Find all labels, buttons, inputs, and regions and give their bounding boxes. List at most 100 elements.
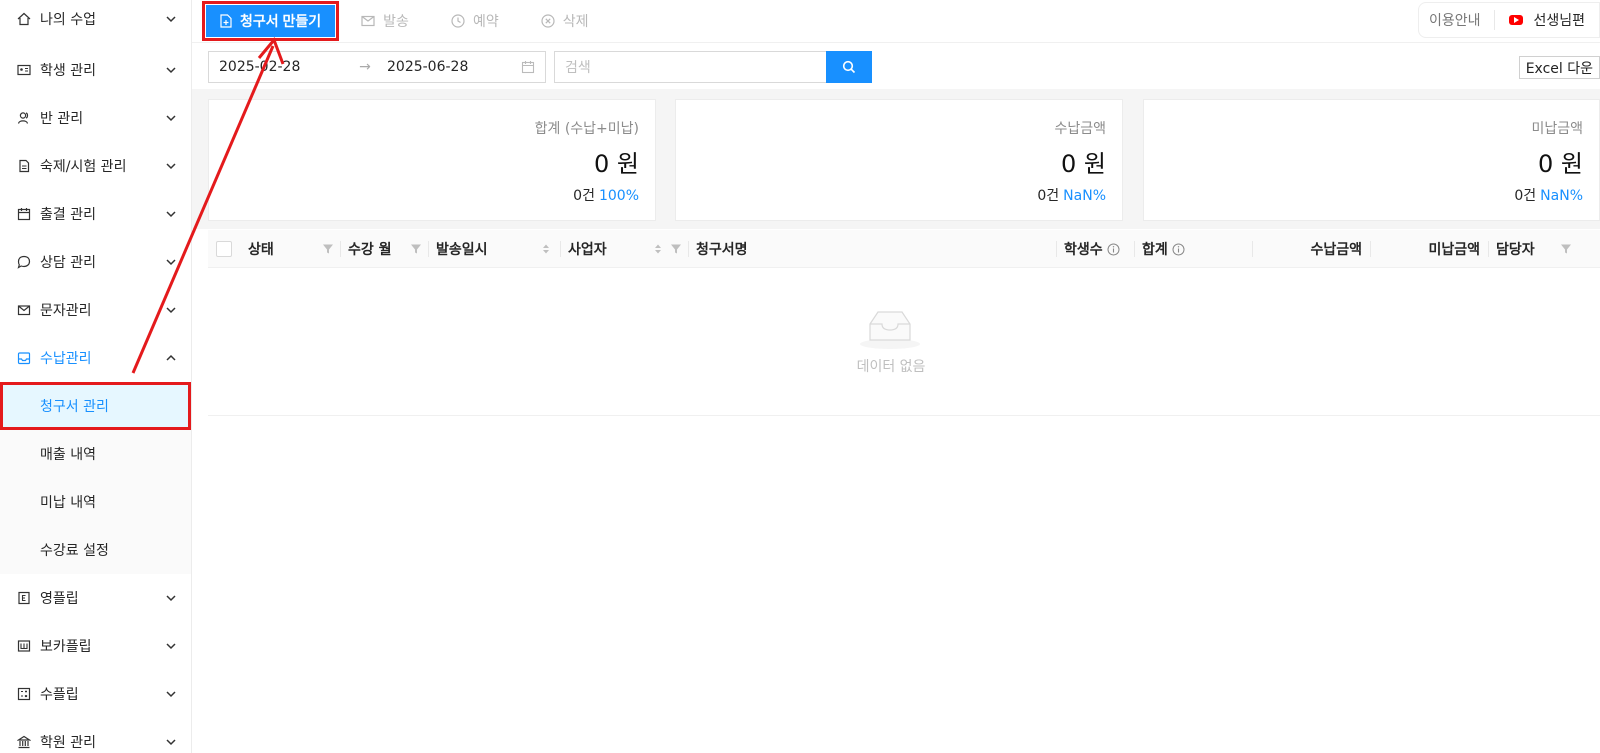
sidebar-item-youngflip[interactable]: 영플립 [0, 574, 191, 622]
calendar-icon [521, 60, 535, 74]
info-icon[interactable] [1172, 243, 1185, 256]
summary-percent: NaN% [1540, 188, 1583, 204]
mail-icon [16, 302, 32, 318]
sidebar-item-students[interactable]: 학생 관리 [0, 46, 191, 94]
sidebar: 나의 수업 학생 관리 반 관리 숙제/시험 관리 출결 관리 상담 관리 문자… [0, 0, 192, 753]
column-manager[interactable]: 담당자 [1488, 230, 1576, 268]
sidebar-item-my-class[interactable]: 나의 수업 [0, 0, 191, 38]
summary-amount: 0 원 [1061, 150, 1106, 178]
send-button[interactable]: 발송 [359, 11, 411, 31]
sidebar-item-academy[interactable]: 학원 관리 [0, 718, 191, 753]
filter-icon[interactable] [1560, 243, 1572, 255]
summary-count: 0건 [1514, 188, 1537, 204]
summary-card-paid: 수납금액 0 원 0건 NaN% [675, 99, 1123, 221]
column-business[interactable]: 사업자 [560, 230, 688, 268]
document-icon [16, 158, 32, 174]
chevron-up-icon [166, 354, 176, 361]
summary-amount: 0 원 [1538, 150, 1583, 178]
help-links: 이용안내 선생님편 [1417, 2, 1600, 38]
teacher-video-link[interactable]: 선생님편 [1509, 10, 1585, 30]
select-all-checkbox[interactable] [216, 241, 232, 257]
sidebar-item-vocaflip[interactable]: 보카플립 [0, 622, 191, 670]
send-label: 발송 [383, 14, 409, 30]
search-button[interactable] [826, 51, 872, 83]
sidebar-item-homework[interactable]: 숙제/시험 관리 [0, 142, 191, 190]
delete-button[interactable]: 삭제 [539, 11, 591, 31]
youtube-icon [1509, 15, 1524, 25]
summary-sub: 0건 NaN% [1160, 185, 1583, 205]
column-month[interactable]: 수강 월 [340, 230, 428, 268]
column-label: 학생수 [1064, 242, 1103, 258]
info-icon[interactable] [1107, 243, 1120, 256]
summary-sub: 0건 100% [225, 185, 639, 205]
delete-label: 삭제 [562, 14, 589, 30]
reserve-button[interactable]: 예약 [449, 11, 501, 31]
guide-link[interactable]: 이용안내 [1429, 10, 1496, 30]
id-card-icon [16, 62, 32, 78]
date-end-input[interactable]: 2025-06-28 [381, 59, 521, 75]
filter-icon[interactable] [410, 243, 422, 255]
create-invoice-button[interactable]: 청구서 만들기 [201, 1, 340, 41]
sidebar-item-consulting[interactable]: 상담 관리 [0, 238, 191, 286]
toolbar: 청구서 만들기 발송 예약 삭제 이용안내 선생님편 [192, 0, 1600, 43]
inbox-icon [16, 350, 32, 366]
empty-text: 데이터 없음 [856, 359, 926, 375]
select-all-cell [216, 230, 232, 268]
date-range-picker[interactable]: 2025-02-28 → 2025-06-28 [208, 51, 546, 83]
sidebar-item-classes[interactable]: 반 관리 [0, 94, 191, 142]
sort-icon[interactable] [652, 243, 664, 255]
bank-icon [16, 734, 32, 750]
column-label: 상태 [248, 242, 274, 258]
sidebar-item-payments[interactable]: 수납관리 [0, 334, 191, 382]
summary-card-total: 합계 (수납+미납) 0 원 0건 100% [208, 99, 656, 221]
sidebar-item-attendance[interactable]: 출결 관리 [0, 190, 191, 238]
chevron-down-icon [166, 115, 176, 122]
sidebar-subitem-tuition-settings[interactable]: 수강료 설정 [0, 526, 191, 574]
sidebar-subitem-unpaid[interactable]: 미납 내역 [0, 478, 191, 526]
date-start-input[interactable]: 2025-02-28 [219, 59, 349, 75]
empty-inbox-icon [860, 311, 920, 349]
mail-icon [361, 15, 375, 27]
chevron-down-icon [166, 211, 176, 218]
column-label: 담당자 [1496, 242, 1535, 258]
sort-icon[interactable] [540, 243, 552, 255]
search-input[interactable]: 검색 [554, 51, 826, 83]
filter-icon[interactable] [670, 243, 682, 255]
chevron-down-icon [166, 16, 176, 23]
chevron-down-icon [166, 307, 176, 314]
chevron-down-icon [166, 259, 176, 266]
sidebar-item-messages[interactable]: 문자관리 [0, 286, 191, 334]
table-header: 상태 수강 월 발송일시 사업자 청구서명 학생수 합계 수납금액 미납금액 담… [208, 230, 1600, 268]
summary-count: 0건 [1037, 188, 1060, 204]
column-total[interactable]: 합계 [1134, 230, 1252, 268]
chevron-down-icon [166, 67, 176, 74]
summary-count: 0건 [573, 188, 595, 204]
chevron-down-icon [166, 739, 176, 746]
column-paid-amount[interactable]: 수납금액 [1252, 230, 1370, 268]
search-icon [842, 60, 856, 74]
chevron-down-icon [166, 643, 176, 650]
table-empty-state: 데이터 없음 [208, 268, 1600, 416]
summary-sub: 0건 NaN% [692, 185, 1106, 205]
summary-card-unpaid: 미납금액 0 원 0건 NaN% [1143, 99, 1600, 221]
home-icon [16, 11, 32, 27]
sidebar-subitem-sales[interactable]: 매출 내역 [0, 430, 191, 478]
sidebar-subitem-invoices[interactable]: 청구서 관리 [0, 382, 191, 430]
create-invoice-label: 청구서 만들기 [240, 13, 322, 29]
chat-icon [16, 254, 32, 270]
summary-percent: 100% [598, 188, 639, 204]
teacher-video-label: 선생님편 [1533, 13, 1585, 29]
clock-icon [451, 14, 465, 28]
invoice-table: 상태 수강 월 발송일시 사업자 청구서명 학생수 합계 수납금액 미납금액 담… [208, 230, 1600, 416]
column-unpaid-amount[interactable]: 미납금액 [1370, 230, 1488, 268]
column-student-count[interactable]: 학생수 [1056, 230, 1134, 268]
column-invoice-name[interactable]: 청구서명 [688, 230, 1056, 268]
filter-bar: 2025-02-28 → 2025-06-28 검색 Excel 다운 [208, 51, 1600, 83]
filter-icon[interactable] [322, 243, 334, 255]
sidebar-item-suflip[interactable]: 수플립 [0, 670, 191, 718]
chevron-down-icon [166, 163, 176, 170]
main-content: 합계 (수납+미납) 0 원 0건 100% 수납금액 0 원 0건 NaN% 미납… [192, 89, 1600, 753]
column-status[interactable]: 상태 [248, 230, 340, 268]
column-sent-at[interactable]: 발송일시 [428, 230, 560, 268]
excel-download-button[interactable]: Excel 다운 [1518, 56, 1600, 79]
